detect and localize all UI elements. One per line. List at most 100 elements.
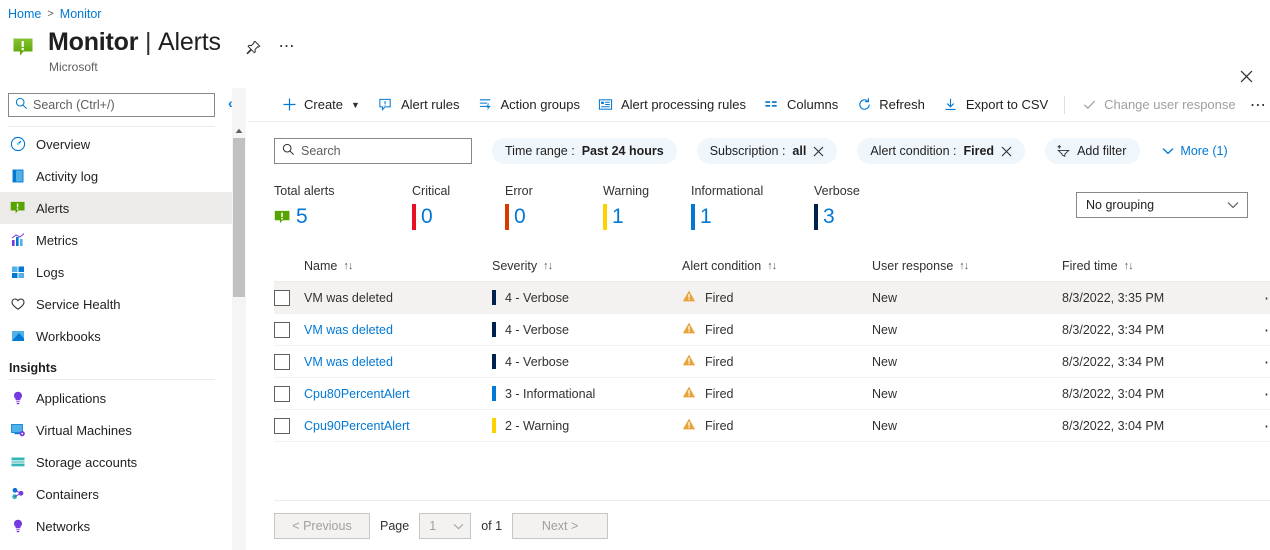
cell-name[interactable]: VM was deleted [304, 291, 492, 305]
column-header-name[interactable]: Name ↑↓ [304, 250, 492, 282]
sidebar-item-metrics[interactable]: Metrics [0, 224, 232, 256]
cell-user-response: New [872, 386, 898, 401]
row-checkbox[interactable] [274, 385, 290, 402]
cell-name[interactable]: VM was deleted [304, 355, 492, 369]
remove-filter-icon[interactable] [813, 146, 824, 157]
sidebar-item-logs[interactable]: Logs [0, 256, 232, 288]
sidebar-item-service-health[interactable]: Service Health [0, 288, 232, 320]
column-header-user-response[interactable]: User response ↑↓ [872, 250, 1062, 282]
warning-triangle-icon [682, 321, 696, 338]
row-ellipsis-icon[interactable]: ⋯ [1260, 350, 1270, 374]
row-checkbox[interactable] [274, 353, 290, 370]
filter-value: all [792, 144, 807, 158]
sidebar-item-storage-accounts[interactable]: Storage accounts [0, 446, 232, 478]
column-header-severity[interactable]: Severity ↑↓ [492, 250, 682, 282]
alert-name-link[interactable]: VM was deleted [304, 291, 393, 305]
filter-pill-alert-condition[interactable]: Alert condition : Fired [857, 138, 1026, 164]
summary-warning[interactable]: Warning 1 [603, 184, 691, 231]
search-icon [15, 97, 28, 113]
pagination: < Previous Page 1 of 1 Next > [274, 500, 1270, 540]
columns-button[interactable]: Columns [755, 90, 847, 120]
remove-filter-icon[interactable] [1001, 146, 1012, 157]
summary-error[interactable]: Error 0 [505, 184, 603, 231]
cell-name[interactable]: Cpu80PercentAlert [304, 387, 492, 401]
alert-name-link[interactable]: Cpu80PercentAlert [304, 387, 410, 401]
summary-critical[interactable]: Critical 0 [412, 184, 505, 231]
page-title-sub: Alerts [158, 28, 221, 56]
column-header-fired-time-inner: Fired time ↑↓ [1062, 250, 1254, 282]
export-to-csv-button[interactable]: Export to CSV [934, 90, 1057, 120]
sidebar-item-networks[interactable]: Networks [0, 510, 232, 542]
summary-informational[interactable]: Informational 1 [691, 184, 814, 231]
table-row[interactable]: VM was deleted 4 - Verbose Fired New 8/3… [274, 346, 1270, 378]
pin-icon[interactable] [244, 39, 264, 59]
breadcrumb-home[interactable]: Home [8, 7, 41, 21]
column-header-user-response-inner: User response ↑↓ [872, 250, 1062, 282]
create-label: Create [304, 97, 344, 112]
sidebar-item-label: Containers [36, 486, 99, 502]
sidebar-item-activity-log[interactable]: Activity log [0, 160, 232, 192]
alert-name-link[interactable]: VM was deleted [304, 355, 393, 369]
table-row[interactable]: VM was deleted 4 - Verbose Fired New 8/3… [274, 282, 1270, 314]
alert-name-link[interactable]: Cpu90PercentAlert [304, 419, 410, 433]
previous-page-button[interactable]: < Previous [274, 512, 370, 539]
filter-pill-subscription[interactable]: Subscription : all [696, 138, 838, 164]
more-filters-link[interactable]: More (1) [1162, 144, 1228, 158]
alert-icon [274, 209, 291, 226]
action-groups-icon [477, 97, 493, 113]
column-header-alert-condition[interactable]: Alert condition ↑↓ [682, 250, 872, 282]
table-row[interactable]: Cpu90PercentAlert 2 - Warning Fired New … [274, 410, 1270, 442]
action-groups-label: Action groups [500, 97, 580, 112]
action-groups-button[interactable]: Action groups [468, 90, 589, 120]
sidebar-item-virtual-machines[interactable]: Virtual Machines [0, 414, 232, 446]
alert-processing-rules-button[interactable]: Alert processing rules [589, 90, 755, 120]
sidebar-item-workbooks[interactable]: Workbooks [0, 320, 232, 352]
sidebar-search-input[interactable]: Search (Ctrl+/) [8, 93, 215, 117]
grouping-select[interactable]: No grouping [1076, 192, 1248, 218]
filter-pill-time-range[interactable]: Time range : Past 24 hours [492, 138, 677, 164]
row-ellipsis-icon[interactable]: ⋯ [1260, 382, 1270, 406]
summary-total-alerts[interactable]: Total alerts 5 [274, 184, 412, 231]
cell-actions: ⋯ [1254, 382, 1270, 406]
row-checkbox[interactable] [274, 417, 290, 434]
row-checkbox[interactable] [274, 289, 290, 306]
filter-value: Past 24 hours [581, 144, 664, 158]
row-ellipsis-icon[interactable]: ⋯ [1260, 414, 1270, 438]
sidebar-scrollbar[interactable] [232, 88, 246, 550]
page-subtitle: Microsoft [49, 60, 98, 74]
sidebar-item-overview[interactable]: Overview [0, 128, 232, 160]
add-filter-button[interactable]: Add filter [1045, 138, 1141, 164]
change-user-response-button[interactable]: Change user response [1072, 90, 1245, 120]
summary-verbose[interactable]: Verbose 3 [814, 184, 860, 231]
row-ellipsis-icon[interactable]: ⋯ [1260, 286, 1270, 310]
table-row[interactable]: Cpu80PercentAlert 3 - Informational Fire [274, 378, 1270, 410]
refresh-button[interactable]: Refresh [847, 90, 934, 120]
severity-bar [492, 322, 496, 337]
cell-name[interactable]: Cpu90PercentAlert [304, 419, 492, 433]
toolbar-ellipsis-icon[interactable]: ⋯ [1247, 91, 1270, 119]
cell-name[interactable]: VM was deleted [304, 323, 492, 337]
scroll-up-arrow-icon[interactable] [232, 124, 246, 138]
column-header-fired-time[interactable]: Fired time ↑↓ [1062, 250, 1254, 282]
search-input[interactable]: Search [274, 138, 472, 164]
summary-count: 5 [296, 205, 308, 228]
next-page-button[interactable]: Next > [512, 512, 609, 539]
sidebar-item-applications[interactable]: Applications [0, 382, 232, 414]
breadcrumb-monitor[interactable]: Monitor [60, 7, 102, 21]
create-button[interactable]: Create ▼ [272, 90, 369, 120]
cell-actions: ⋯ [1254, 286, 1270, 310]
alert-rules-button[interactable]: Alert rules [369, 90, 469, 120]
sidebar-item-containers[interactable]: Containers [0, 478, 232, 510]
row-checkbox[interactable] [274, 321, 290, 338]
scrollbar-thumb[interactable] [233, 138, 245, 297]
page-title-separator: | [145, 28, 152, 56]
page-number-select[interactable]: 1 [419, 512, 472, 539]
sidebar-item-label: Overview [36, 136, 91, 152]
sidebar-item-alerts[interactable]: Alerts [0, 192, 232, 224]
alert-name-link[interactable]: VM was deleted [304, 323, 393, 337]
row-ellipsis-icon[interactable]: ⋯ [1260, 318, 1270, 342]
table-row[interactable]: VM was deleted 4 - Verbose Fired New 8/3… [274, 314, 1270, 346]
column-header-alert-condition-inner: Alert condition ↑↓ [682, 250, 777, 282]
add-filter-icon [1056, 142, 1071, 160]
header-ellipsis-icon[interactable]: ⋯ [276, 38, 298, 60]
